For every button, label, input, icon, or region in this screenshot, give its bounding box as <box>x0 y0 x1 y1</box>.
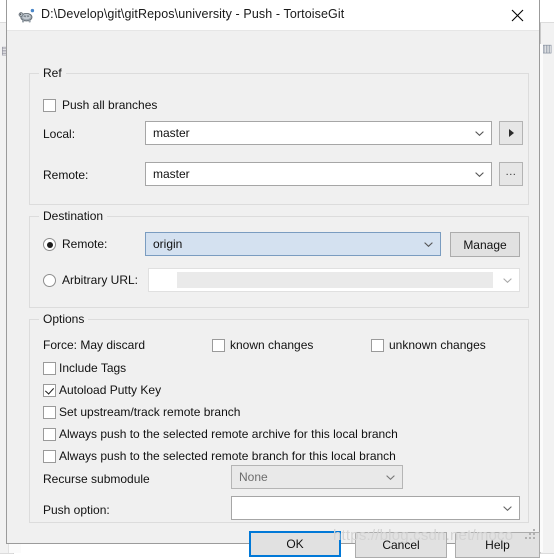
chevron-down-icon <box>386 475 395 480</box>
remote-branch-combo[interactable]: master <box>145 162 492 186</box>
chevron-down-icon <box>424 242 433 247</box>
push-dialog-window: D:\Develop\git\gitRepos\university - Pus… <box>6 0 540 558</box>
cancel-button[interactable]: Cancel <box>355 532 447 558</box>
force-known-changes-label: known changes <box>230 338 314 352</box>
always-push-remote-branch-label: Always push to the selected remote branc… <box>59 449 396 463</box>
title-bar: D:\Develop\git\gitRepos\university - Pus… <box>7 0 539 31</box>
remote-branch-label: Remote: <box>43 168 89 182</box>
autoload-putty-key-checkbox[interactable] <box>43 384 56 397</box>
arbitrary-url-combo[interactable] <box>148 268 520 292</box>
destination-remote-value: origin <box>153 237 183 251</box>
chevron-down-icon <box>475 172 484 177</box>
push-all-branches-checkbox[interactable] <box>43 99 56 112</box>
set-upstream-label: Set upstream/track remote branch <box>59 405 241 419</box>
include-tags-label: Include Tags <box>59 361 127 375</box>
window-title: D:\Develop\git\gitRepos\university - Pus… <box>41 7 345 21</box>
local-branch-value: master <box>153 126 190 140</box>
play-triangle-icon <box>508 129 514 137</box>
recurse-submodule-value: None <box>239 470 268 484</box>
destination-remote-combo[interactable]: origin <box>145 232 441 256</box>
force-label: Force: May discard <box>43 338 146 352</box>
destination-remote-label: Remote: <box>62 237 108 251</box>
autoload-putty-key-label: Autoload Putty Key <box>59 383 162 397</box>
always-push-remote-branch-checkbox[interactable] <box>43 450 56 463</box>
push-option-combo[interactable] <box>231 496 520 520</box>
push-option-label: Push option: <box>43 503 110 517</box>
options-group-label: Options <box>39 313 89 326</box>
chevron-down-icon <box>503 278 512 283</box>
manage-button[interactable]: Manage <box>450 232 520 257</box>
recurse-submodule-label: Recurse submodule <box>43 472 150 486</box>
ok-button[interactable]: OK <box>249 531 341 557</box>
recurse-submodule-combo[interactable]: None <box>231 465 403 489</box>
chevron-down-icon <box>503 506 512 511</box>
chevron-down-icon <box>475 131 484 136</box>
remote-branch-browse-button[interactable]: ... <box>499 162 523 186</box>
destination-arbitrary-url-label: Arbitrary URL: <box>62 273 139 287</box>
destination-remote-radio[interactable] <box>43 238 56 251</box>
force-unknown-changes-label: unknown changes <box>389 338 486 352</box>
ellipsis-icon: ... <box>505 166 517 178</box>
always-push-remote-archive-checkbox[interactable] <box>43 428 56 441</box>
destination-group-label: Destination <box>39 210 108 223</box>
destination-group: Destination <box>29 210 529 308</box>
ref-group-label: Ref <box>39 67 66 80</box>
destination-arbitrary-url-radio[interactable] <box>43 274 56 287</box>
local-label: Local: <box>43 127 76 141</box>
local-browse-button[interactable] <box>499 121 523 145</box>
dialog-client-area: Ref Push all branches Local: master Remo… <box>7 31 540 558</box>
set-upstream-checkbox[interactable] <box>43 406 56 419</box>
remote-branch-value: master <box>153 167 190 181</box>
arbitrary-url-input[interactable] <box>177 272 493 288</box>
force-unknown-changes-checkbox[interactable] <box>371 339 384 352</box>
close-icon[interactable] <box>495 0 539 30</box>
tortoisegit-turtle-icon <box>18 8 35 24</box>
include-tags-checkbox[interactable] <box>43 362 56 375</box>
resize-grip[interactable] <box>524 528 537 541</box>
local-branch-combo[interactable]: master <box>145 121 492 145</box>
background-right-icon: ▥ <box>542 44 552 55</box>
always-push-remote-archive-label: Always push to the selected remote archi… <box>59 427 398 441</box>
force-known-changes-checkbox[interactable] <box>212 339 225 352</box>
push-all-branches-label: Push all branches <box>62 98 158 112</box>
